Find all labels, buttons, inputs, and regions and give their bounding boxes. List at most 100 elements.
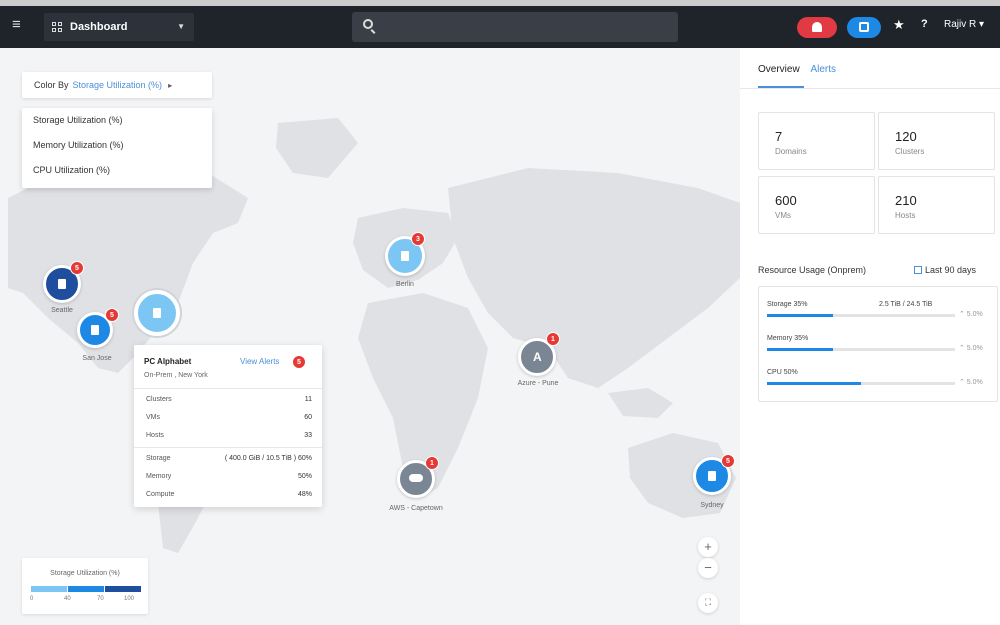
row-value: 50%	[297, 473, 312, 480]
resource-amount: 2.5 TiB / 24.5 TiB	[879, 301, 933, 308]
stat-card-clusters[interactable]: 120 Clusters	[878, 112, 995, 170]
site-label: San Jose	[82, 355, 112, 362]
popup-row-storage: Storage ( 400.0 GiB / 10.5 TiB ) 60%	[146, 455, 312, 462]
alert-count-badge: 5	[70, 261, 84, 275]
user-menu[interactable]: Rajiv R ▾	[944, 19, 984, 30]
search-input[interactable]	[352, 12, 678, 42]
color-by-option-storage[interactable]: Storage Utilization (%)	[22, 108, 212, 133]
resource-name: Storage 35%	[767, 301, 808, 308]
row-label: Clusters	[146, 396, 172, 403]
legend-scale	[31, 586, 141, 592]
tasks-icon	[859, 22, 869, 32]
stat-value: 600	[775, 193, 797, 208]
tab-overview[interactable]: Overview	[758, 64, 800, 75]
site-details-popup: PC Alphabet On-Prem , New York View Aler…	[134, 345, 322, 507]
stat-card-domains[interactable]: 7 Domains	[758, 112, 875, 170]
site-label: AWS - Capetown	[389, 505, 443, 512]
row-value: 48%	[297, 491, 312, 498]
popup-title: PC Alphabet	[144, 357, 192, 366]
cluster-icon	[153, 308, 161, 318]
legend-tick: 100	[124, 596, 135, 602]
star-icon[interactable]: ★	[893, 17, 905, 33]
row-value: 60	[304, 414, 312, 421]
color-by-option-cpu[interactable]: CPU Utilization (%)	[22, 158, 212, 183]
stat-label: VMs	[775, 211, 791, 220]
cluster-icon	[91, 325, 99, 335]
site-marker-new-york[interactable]	[134, 290, 180, 336]
color-by-label: Color By	[34, 80, 69, 90]
usage-bar-fill	[767, 382, 861, 385]
popup-row-hosts: Hosts 33	[146, 432, 312, 439]
popup-row-vms: VMs 60	[146, 414, 312, 421]
row-value: ( 400.0 GiB / 10.5 TiB ) 60%	[224, 455, 312, 462]
overview-panel: Overview Alerts 7 Domains 120 Clusters 6…	[740, 48, 1000, 625]
popup-row-memory: Memory 50%	[146, 473, 312, 480]
alert-count-badge: 5	[292, 355, 306, 369]
color-by-select[interactable]: Color By Storage Utilization (%) ▸	[22, 72, 212, 98]
fit-to-screen-icon[interactable]: ⛶	[698, 593, 718, 613]
alerts-button[interactable]	[797, 17, 837, 38]
cluster-icon	[708, 471, 716, 481]
user-name: Rajiv R	[944, 19, 977, 30]
legend-tick: 40	[64, 596, 71, 602]
cluster-icon	[58, 279, 66, 289]
date-range-selector[interactable]: Last 90 days	[914, 265, 976, 275]
azure-icon: A	[533, 350, 542, 364]
row-value: 11	[304, 396, 312, 403]
divider	[740, 88, 1000, 89]
stat-card-hosts[interactable]: 210 Hosts	[878, 176, 995, 234]
resource-name: CPU 50%	[767, 369, 798, 376]
color-by-option-memory[interactable]: Memory Utilization (%)	[22, 133, 212, 158]
resource-name: Memory 35%	[767, 335, 809, 342]
resource-usage-card: Storage 35% 2.5 TiB / 24.5 TiB ⌃ 5.0% Me…	[758, 286, 998, 402]
bell-icon	[812, 22, 822, 32]
stat-card-vms[interactable]: 600 VMs	[758, 176, 875, 234]
alert-count-badge: 1	[546, 332, 560, 346]
alert-count-badge: 1	[425, 456, 439, 470]
dashboard-selector-label: Dashboard	[70, 21, 128, 33]
site-label: Berlin	[396, 281, 414, 288]
row-label: VMs	[146, 414, 160, 421]
color-by-dropdown: Storage Utilization (%) Memory Utilizati…	[22, 108, 212, 188]
trend-indicator: ⌃ 5.0%	[959, 311, 983, 318]
legend-title: Storage Utilization (%)	[50, 570, 120, 577]
caret-down-icon: ▼	[177, 22, 185, 31]
tab-alerts[interactable]: Alerts	[810, 64, 836, 75]
cloud-icon	[409, 474, 423, 482]
zoom-out-button[interactable]: −	[698, 558, 718, 578]
view-alerts-link[interactable]: View Alerts	[240, 357, 279, 366]
row-label: Hosts	[146, 432, 164, 439]
hamburger-menu-icon[interactable]: ≡	[12, 15, 28, 35]
calendar-icon	[914, 266, 922, 274]
grid-icon	[52, 22, 62, 32]
row-value: 33	[304, 432, 312, 439]
dashboard-selector[interactable]: Dashboard ▼	[44, 13, 194, 41]
divider	[134, 388, 322, 389]
alert-count-badge: 5	[721, 454, 735, 468]
panel-tabs: Overview Alerts	[758, 64, 844, 75]
usage-bar-track	[767, 314, 955, 317]
row-label: Memory	[146, 473, 172, 480]
legend-tick: 70	[97, 596, 104, 602]
trend-indicator: ⌃ 5.0%	[959, 345, 983, 352]
row-label: Storage	[146, 455, 171, 462]
help-icon[interactable]: ?	[921, 18, 928, 30]
usage-bar-fill	[767, 348, 833, 351]
usage-bar-fill	[767, 314, 833, 317]
stat-value: 7	[775, 129, 783, 144]
stat-value: 120	[895, 129, 917, 144]
trend-indicator: ⌃ 5.0%	[959, 379, 983, 386]
color-by-value: Storage Utilization (%)	[72, 80, 163, 90]
map-legend: Storage Utilization (%) 0 40 70 100	[22, 558, 148, 614]
stat-label: Clusters	[895, 147, 925, 156]
divider	[134, 447, 322, 448]
zoom-in-button[interactable]: +	[698, 537, 718, 557]
row-label: Compute	[146, 491, 175, 498]
usage-bar-track	[767, 348, 955, 351]
tasks-button[interactable]	[847, 17, 881, 38]
stat-value: 210	[895, 193, 917, 208]
resource-usage-title: Resource Usage (Onprem)	[758, 265, 867, 275]
site-label: Azure - Pune	[517, 380, 559, 387]
popup-row-compute: Compute 48%	[146, 491, 312, 498]
caret-right-icon: ▸	[168, 80, 173, 90]
